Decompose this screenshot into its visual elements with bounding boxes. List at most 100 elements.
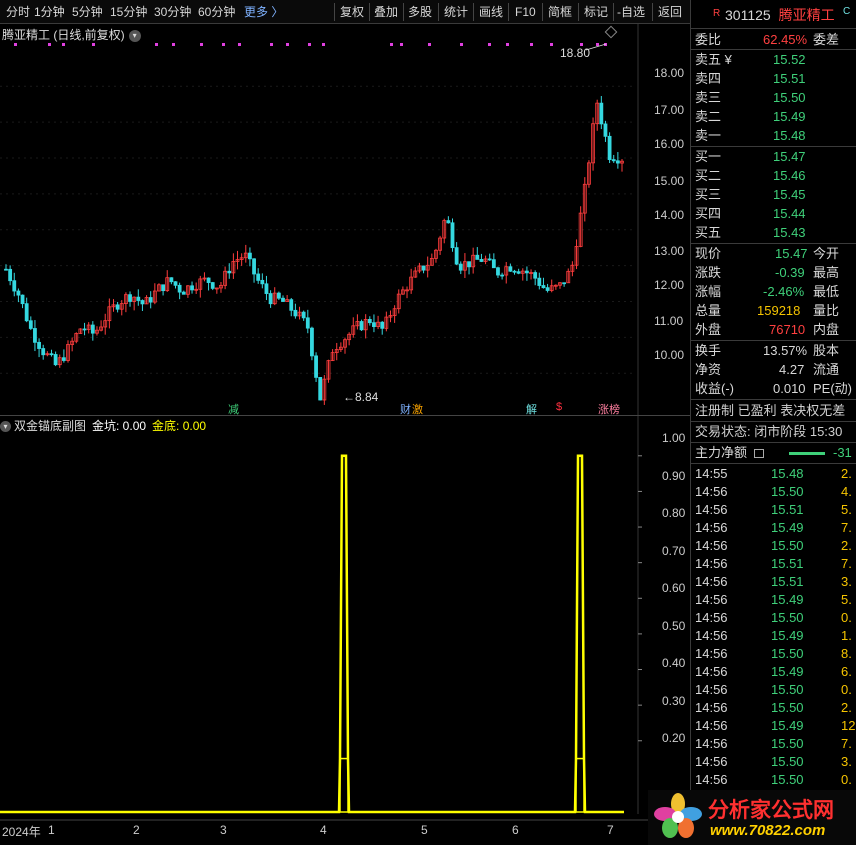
bid-price: 15.43 [773, 225, 806, 240]
tick-volume: 0. [841, 772, 852, 787]
tb-divider [613, 3, 614, 21]
tb-overlay[interactable]: 叠加 [374, 4, 398, 20]
candle-body [227, 270, 232, 274]
tb-back[interactable]: 返回 [658, 4, 682, 20]
candle-body [16, 290, 21, 296]
tick-price: 15.49 [771, 520, 804, 535]
net-flow-row[interactable]: 主力净额 -31 [695, 444, 852, 462]
ask-row[interactable]: 卖一 15.48 [695, 127, 806, 145]
tick-row: 14:56 15.50 0. [695, 609, 852, 627]
chevron-down-icon[interactable]: ▾ [0, 421, 11, 433]
tick-price: 15.50 [771, 610, 804, 625]
bid-row[interactable]: 买三 15.45 [695, 186, 806, 204]
tb-timeshare[interactable]: 分时 [6, 4, 30, 20]
tb-f10[interactable]: F10 [515, 4, 536, 20]
candle-body [611, 159, 616, 162]
tick-price: 15.50 [771, 700, 804, 715]
net-flow-label: 主力净额 [695, 445, 748, 460]
y-tick: 13.00 [654, 244, 685, 258]
candle-body [512, 270, 517, 273]
tb-mark[interactable]: 标记 [584, 4, 608, 20]
candle-body [615, 160, 620, 164]
ask-row[interactable]: 卖五 ¥ 15.52 [695, 51, 806, 69]
stock-code: 301125 [725, 7, 771, 23]
stock-header[interactable]: 301125 腾亚精工 [725, 6, 835, 24]
candle-body [293, 309, 298, 317]
candle-body [500, 274, 505, 277]
candle-body [380, 321, 385, 329]
stat-row: 现价 15.47 今开 [695, 245, 839, 263]
divider [691, 243, 856, 244]
tb-simple[interactable]: 简框 [548, 4, 572, 20]
candle-body [115, 304, 120, 310]
tb-30min[interactable]: 30分钟 [154, 4, 191, 20]
sub-chart-title[interactable]: ▾ 双金锚底副图 金坑: 0.00 金底: 0.00 [0, 417, 206, 434]
tick-time: 14:55 [695, 466, 728, 481]
candle-body [20, 294, 25, 305]
divider [691, 421, 856, 422]
candle-body [281, 297, 285, 302]
tb-watchlist[interactable]: -自选 [617, 4, 645, 20]
tick-volume: 7. [841, 520, 852, 535]
tick-time: 14:56 [695, 574, 728, 589]
tb-multi[interactable]: 多股 [408, 4, 432, 20]
tb-divider [403, 3, 404, 21]
candle-body [545, 287, 550, 291]
candle-body [516, 271, 521, 274]
bid-label: 买一 [695, 149, 722, 164]
signal-dot [400, 43, 403, 46]
event-marker[interactable]: $ [556, 401, 562, 413]
tb-5min[interactable]: 5分钟 [72, 4, 103, 20]
pane-divider[interactable] [0, 415, 690, 416]
tick-price: 15.51 [771, 556, 804, 571]
candle-body [421, 265, 426, 271]
y-tick: 11.00 [654, 314, 684, 328]
stock-name: 腾亚精工 [778, 7, 835, 23]
list-icon[interactable] [753, 449, 764, 459]
tick-row: 14:56 15.50 4. [695, 483, 852, 501]
candle-body [8, 268, 13, 282]
signal-dot [308, 43, 311, 46]
toolbar: 分时 1分钟 5分钟 15分钟 30分钟 60分钟 更多 〉 复权 叠加 多股 … [0, 0, 690, 24]
ask-row[interactable]: 卖四 15.51 [695, 70, 806, 88]
signal-dot [428, 43, 431, 46]
tb-divider [334, 3, 335, 21]
ask-row[interactable]: 卖三 15.50 [695, 89, 806, 107]
candle-body [248, 252, 252, 260]
signal-dot [14, 43, 17, 46]
tb-15min[interactable]: 15分钟 [110, 4, 147, 20]
logo-title: 分析家公式网 [708, 798, 834, 822]
signal-dot [200, 43, 203, 46]
tb-60min[interactable]: 60分钟 [198, 4, 235, 20]
candle-body [173, 281, 178, 286]
tick-price: 15.50 [771, 736, 804, 751]
tick-volume: 2. [841, 466, 852, 481]
candle-body [305, 317, 310, 329]
c-badge: C [843, 6, 851, 17]
bid-row[interactable]: 买四 15.44 [695, 205, 806, 223]
tb-more[interactable]: 更多 〉 [244, 4, 283, 20]
x-tick: 3 [220, 823, 227, 837]
tb-fuquan[interactable]: 复权 [340, 4, 364, 20]
tick-row: 14:56 15.50 7. [695, 735, 852, 753]
bid-row[interactable]: 买一 15.47 [695, 148, 806, 166]
tb-draw[interactable]: 画线 [479, 4, 503, 20]
bid-row[interactable]: 买五 15.43 [695, 224, 806, 242]
y-tick: 1.00 [662, 431, 686, 445]
candle-body [479, 259, 484, 262]
ask-price: 15.52 [773, 52, 806, 67]
signal-dot [222, 43, 225, 46]
chevron-down-icon[interactable]: ▾ [128, 29, 141, 42]
candle-body [264, 283, 269, 294]
bid-row[interactable]: 买二 15.46 [695, 167, 806, 185]
tb-1min[interactable]: 1分钟 [34, 4, 65, 20]
stat-label: 现价 [695, 246, 722, 261]
main-chart-title[interactable]: 腾亚精工 (日线,前复权) ▾ [2, 26, 141, 43]
tb-divider [578, 3, 579, 21]
ask-row[interactable]: 卖二 15.49 [695, 108, 806, 126]
tb-stats[interactable]: 统计 [444, 4, 468, 20]
candle-body [276, 292, 281, 299]
signal-dot [155, 43, 158, 46]
stat-value: -2.46% [763, 284, 805, 299]
ask-label: 卖五 ¥ [695, 52, 732, 67]
